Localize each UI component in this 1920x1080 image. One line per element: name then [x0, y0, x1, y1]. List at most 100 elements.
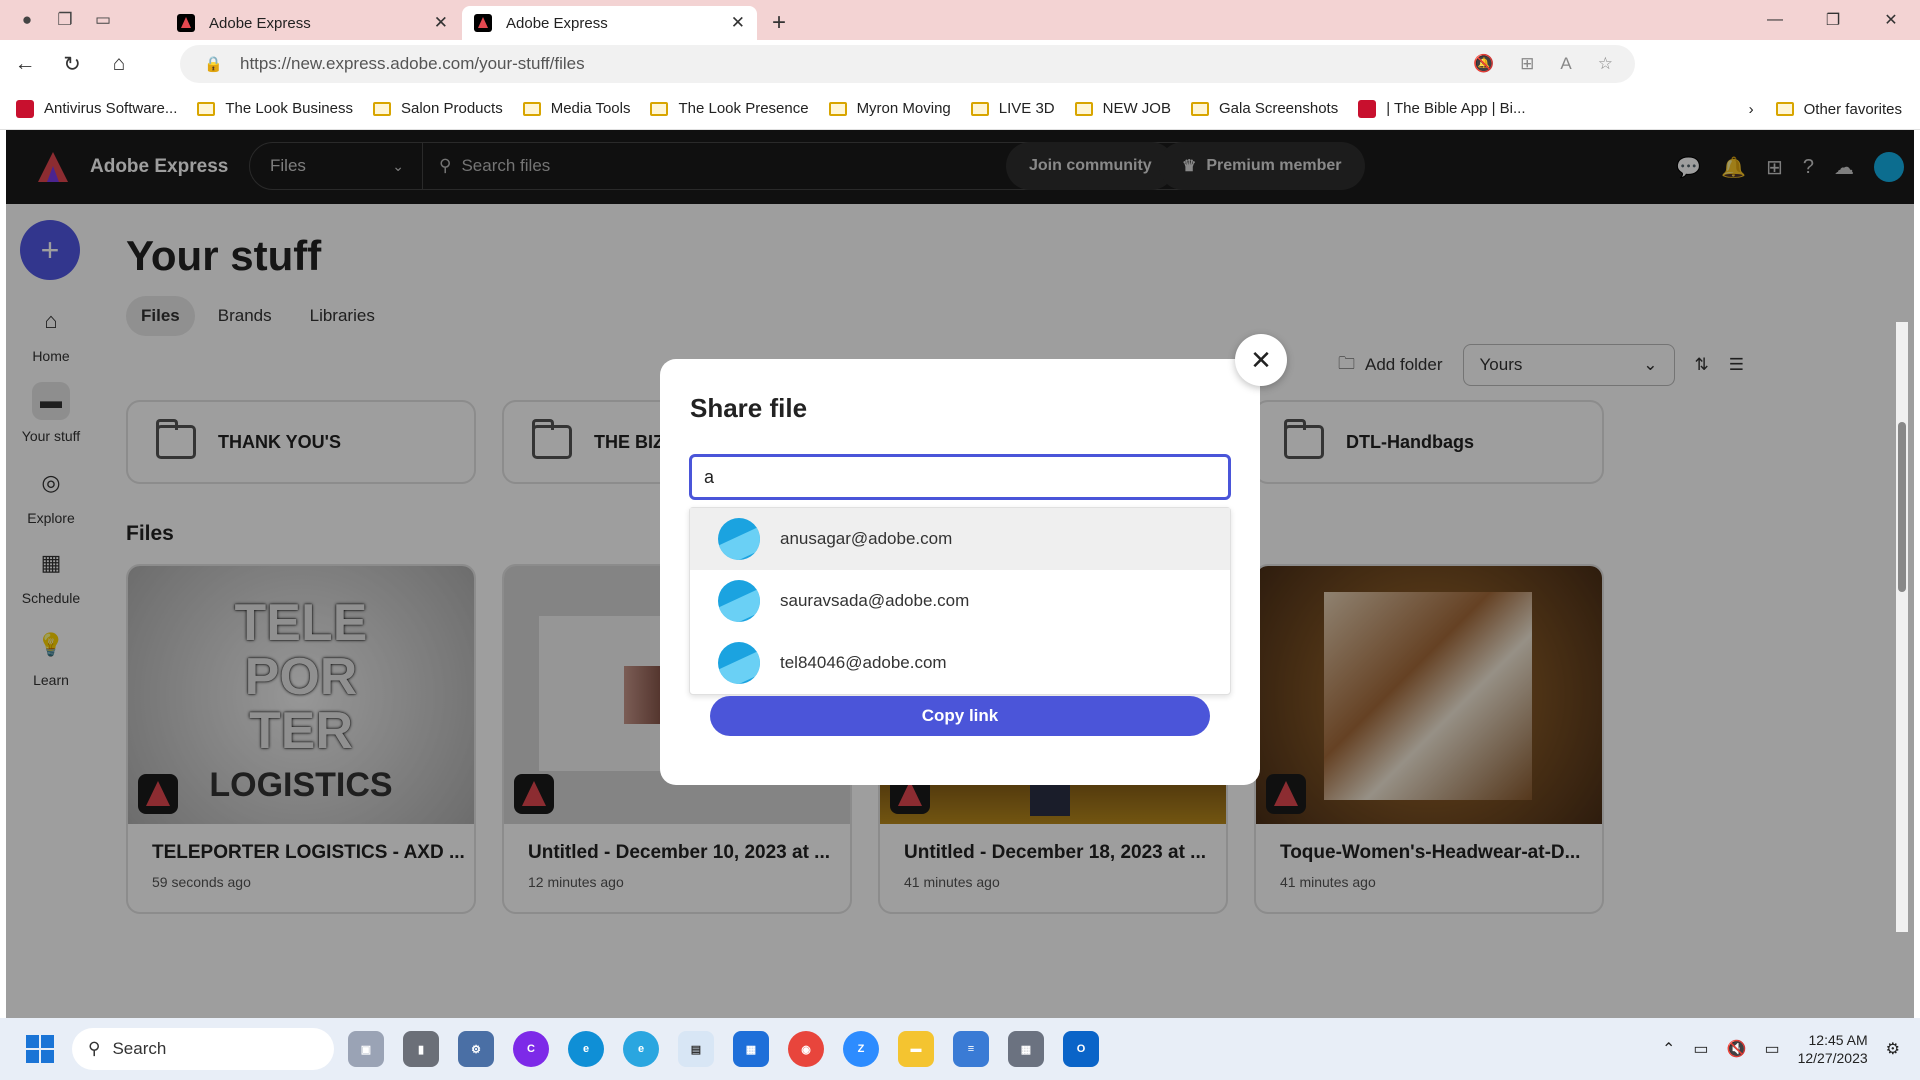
bookmark-item[interactable]: Antivirus Software... — [16, 99, 178, 118]
bookmark-label: Gala Screenshots — [1218, 100, 1339, 117]
copy-link-button[interactable]: Copy link — [710, 696, 1210, 736]
search-icon: ⚲ — [88, 1039, 101, 1058]
restore-icon[interactable]: ❐ — [1804, 0, 1862, 40]
clock-date: 12/27/2023 — [1797, 1050, 1868, 1066]
minimize-icon[interactable]: — — [1746, 0, 1804, 40]
chrome-icon[interactable]: ◉ — [788, 1031, 824, 1067]
share-file-dialog: ✕ Share file a anusagar@adobe.com saurav… — [660, 334, 1287, 785]
canva-icon[interactable]: C — [513, 1031, 549, 1067]
windows-start-icon[interactable] — [26, 1035, 54, 1063]
browser-tab-title: Adobe Express — [209, 14, 311, 32]
bookmark-label: Myron Moving — [856, 100, 951, 117]
bible-app-icon — [1358, 99, 1377, 118]
workspaces-icon[interactable]: ❐ — [50, 5, 80, 35]
address-toolbar: ← ↻ ⌂ 🔒 https://new.express.adobe.com/yo… — [0, 40, 1920, 115]
other-favorites[interactable]: Other favorites — [1775, 100, 1902, 118]
windows-taskbar: ⚲ Search ▣ ▮ ⚙ C e e ▤ ▦ ◉ Z ▬ ≡ ▦ O ⌃ ▭… — [0, 1018, 1920, 1080]
bookmark-label: Antivirus Software... — [44, 100, 178, 117]
folder-icon[interactable]: ▬ — [898, 1031, 934, 1067]
close-window-icon[interactable]: ✕ — [1862, 0, 1920, 40]
bookmark-item[interactable]: The Look Presence — [650, 100, 809, 117]
favorite-star-icon[interactable]: ☆ — [1598, 54, 1613, 74]
new-tab-button[interactable]: + — [759, 6, 799, 40]
avatar — [718, 518, 760, 560]
zoom-icon[interactable]: Z — [843, 1031, 879, 1067]
read-aloud-icon[interactable]: A — [1560, 54, 1571, 74]
bookmarks-right: › Other favorites — [1749, 88, 1902, 130]
folder-icon — [522, 101, 541, 116]
scrollbar[interactable] — [1896, 322, 1908, 932]
bookmark-item[interactable]: LIVE 3D — [970, 100, 1055, 117]
volume-muted-icon[interactable]: 🔇 — [1727, 1039, 1747, 1059]
adobe-express-favicon-icon — [177, 14, 195, 32]
bookmark-label: The Look Business — [225, 100, 353, 117]
url-actions: 🔕 ⊞ A ☆ — [1473, 45, 1613, 83]
clock[interactable]: 12:45 AM 12/27/2023 — [1798, 1031, 1868, 1067]
suggestion-email: sauravsada@adobe.com — [780, 591, 970, 610]
folder-icon — [372, 101, 391, 116]
bookmark-item[interactable]: Gala Screenshots — [1190, 100, 1339, 117]
folder-icon — [197, 101, 216, 116]
suggestion-item[interactable]: sauravsada@adobe.com — [690, 570, 1230, 632]
tab-close-icon[interactable]: ✕ — [731, 13, 745, 33]
bookmark-label: The Look Presence — [678, 100, 809, 117]
browser-tab-1[interactable]: Adobe Express ✕ — [165, 6, 460, 40]
window-controls: — ❐ ✕ — [1746, 0, 1920, 40]
tab-actions-icon[interactable]: ▭ — [88, 5, 118, 35]
refresh-icon[interactable]: ↻ — [50, 44, 94, 84]
chevron-up-icon[interactable]: ⌃ — [1662, 1039, 1675, 1059]
calculator-icon[interactable]: ▦ — [1008, 1031, 1044, 1067]
network-icon[interactable]: ▭ — [1693, 1039, 1708, 1059]
scrollbar-thumb[interactable] — [1898, 422, 1906, 592]
browser-tab-title: Adobe Express — [506, 14, 608, 32]
bookmark-item[interactable]: | The Bible App | Bi... — [1358, 99, 1526, 118]
profile-icon[interactable]: ● — [12, 5, 42, 35]
url-field[interactable]: 🔒 https://new.express.adobe.com/your-stu… — [180, 45, 1635, 83]
notifications-icon[interactable]: ⚙ — [1886, 1039, 1900, 1059]
bookmark-item[interactable]: NEW JOB — [1074, 100, 1171, 117]
settings-icon[interactable]: ⚙ — [458, 1031, 494, 1067]
taskbar-search-label: Search — [112, 1039, 167, 1058]
avatar — [718, 580, 760, 622]
suggestion-item[interactable]: tel84046@adobe.com — [690, 632, 1230, 694]
mcafee-icon — [16, 99, 34, 118]
file-manager-icon[interactable]: ▣ — [348, 1031, 384, 1067]
folder-icon — [1074, 101, 1093, 116]
share-email-input[interactable]: a — [689, 454, 1231, 500]
home-icon[interactable]: ⌂ — [97, 44, 141, 84]
notepad-icon[interactable]: ≡ — [953, 1031, 989, 1067]
edge-beta-icon[interactable]: e — [623, 1031, 659, 1067]
folder-icon — [1775, 102, 1794, 116]
bookmarks-bar: Antivirus Software... The Look Business … — [0, 88, 1920, 130]
url-text: https://new.express.adobe.com/your-stuff… — [240, 54, 585, 73]
lock-icon: 🔒 — [204, 56, 223, 73]
suggestion-list: anusagar@adobe.com sauravsada@adobe.com … — [689, 507, 1231, 695]
bookmark-item[interactable]: Myron Moving — [828, 100, 951, 117]
bookmark-item[interactable]: Salon Products — [372, 100, 503, 117]
bookmark-label: Other favorites — [1803, 100, 1902, 118]
tab-close-icon[interactable]: ✕ — [434, 13, 448, 33]
bookmark-label: | The Bible App | Bi... — [1386, 100, 1526, 117]
notification-off-icon[interactable]: 🔕 — [1473, 54, 1494, 74]
back-icon[interactable]: ← — [3, 44, 47, 84]
browser-tab-2[interactable]: Adobe Express ✕ — [462, 6, 757, 40]
edge-icon[interactable]: e — [568, 1031, 604, 1067]
folder-icon — [650, 101, 669, 116]
photos-icon[interactable]: ▤ — [678, 1031, 714, 1067]
outlook-icon[interactable]: O — [1063, 1031, 1099, 1067]
bookmark-item[interactable]: Media Tools — [522, 100, 630, 117]
bookmark-item[interactable]: The Look Business — [197, 100, 353, 117]
close-icon[interactable]: ✕ — [1235, 334, 1287, 386]
folder-icon — [970, 101, 989, 116]
adobe-express-favicon-icon — [474, 14, 492, 32]
taskbar-search[interactable]: ⚲ Search — [72, 1028, 334, 1070]
avatar — [718, 642, 760, 684]
folder-icon — [828, 101, 847, 116]
app-available-icon[interactable]: ⊞ — [1520, 54, 1534, 74]
system-tray: ⌃ ▭ 🔇 ▭ 12:45 AM 12/27/2023 ⚙ — [1662, 1018, 1900, 1080]
battery-icon[interactable]: ▭ — [1764, 1039, 1779, 1059]
calendar-icon[interactable]: ▦ — [733, 1031, 769, 1067]
recorder-icon[interactable]: ▮ — [403, 1031, 439, 1067]
chevron-right-icon[interactable]: › — [1749, 101, 1754, 118]
suggestion-item[interactable]: anusagar@adobe.com — [690, 508, 1230, 570]
